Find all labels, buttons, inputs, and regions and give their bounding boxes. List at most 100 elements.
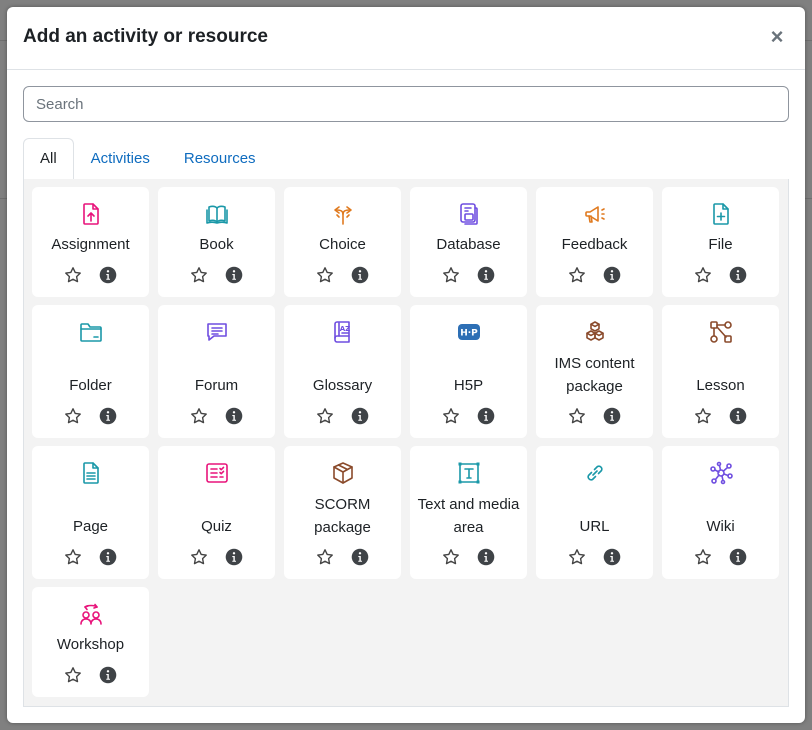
svg-text:AZ: AZ — [340, 325, 351, 333]
star-icon[interactable] — [64, 666, 82, 684]
star-icon[interactable] — [64, 548, 82, 566]
activity-label: File — [708, 236, 733, 253]
activity-tile-page[interactable]: Page — [32, 446, 149, 579]
activity-label: Choice — [319, 236, 366, 253]
text-media-icon — [456, 460, 482, 486]
activity-label: Quiz — [201, 518, 232, 535]
tab-bar: All Activities Resources — [23, 138, 789, 180]
modal-header: Add an activity or resource × — [7, 7, 805, 70]
star-icon[interactable] — [190, 266, 208, 284]
info-icon[interactable] — [225, 266, 243, 284]
activity-tile-feedback[interactable]: Feedback — [536, 187, 653, 297]
star-icon[interactable] — [64, 266, 82, 284]
activity-tile-text-and-media-area[interactable]: Text and media area — [410, 446, 527, 579]
info-icon[interactable] — [603, 548, 621, 566]
info-icon[interactable] — [99, 548, 117, 566]
activity-label: Page — [72, 518, 109, 535]
close-button[interactable]: × — [767, 25, 787, 49]
activity-tile-choice[interactable]: Choice — [284, 187, 401, 297]
quiz-icon — [204, 460, 230, 486]
info-icon[interactable] — [99, 266, 117, 284]
svg-text:H·P: H·P — [460, 329, 478, 339]
info-icon[interactable] — [99, 407, 117, 425]
activity-label: H5P — [453, 377, 484, 394]
activity-tile-glossary[interactable]: AZ Glossary — [284, 305, 401, 438]
star-icon[interactable] — [442, 266, 460, 284]
star-icon[interactable] — [316, 266, 334, 284]
folder-icon — [78, 319, 104, 345]
star-icon[interactable] — [694, 266, 712, 284]
activity-tile-database[interactable]: Database — [410, 187, 527, 297]
activity-label: Assignment — [51, 236, 130, 253]
star-icon[interactable] — [64, 407, 82, 425]
tab-activities[interactable]: Activities — [74, 138, 167, 178]
star-icon[interactable] — [568, 266, 586, 284]
activity-tile-ims-content-package[interactable]: IMS content package — [536, 305, 653, 438]
h5p-icon: H·P — [456, 319, 482, 345]
info-icon[interactable] — [603, 266, 621, 284]
wiki-icon — [708, 460, 734, 486]
info-icon[interactable] — [603, 407, 621, 425]
activity-tile-workshop[interactable]: Workshop — [32, 587, 149, 697]
activity-label: Glossary — [312, 377, 373, 394]
star-icon[interactable] — [316, 407, 334, 425]
activity-label: Book — [199, 236, 234, 253]
info-icon[interactable] — [225, 407, 243, 425]
activity-label: SCORM package — [314, 496, 371, 536]
star-icon[interactable] — [568, 407, 586, 425]
info-icon[interactable] — [351, 548, 369, 566]
scorm-icon — [330, 460, 356, 486]
activity-label: IMS content package — [554, 355, 635, 395]
info-icon[interactable] — [99, 666, 117, 684]
activity-tile-scorm-package[interactable]: SCORM package — [284, 446, 401, 579]
book-icon — [204, 201, 230, 227]
star-icon[interactable] — [694, 548, 712, 566]
activity-tile-quiz[interactable]: Quiz — [158, 446, 275, 579]
activity-tile-h5p[interactable]: H·P H5P — [410, 305, 527, 438]
activity-label: Folder — [69, 377, 112, 394]
assignment-icon — [78, 201, 104, 227]
activity-label: Workshop — [56, 636, 125, 653]
activity-tile-url[interactable]: URL — [536, 446, 653, 579]
info-icon[interactable] — [729, 548, 747, 566]
ims-package-icon — [582, 319, 608, 345]
activity-tile-wiki[interactable]: Wiki — [662, 446, 779, 579]
star-icon[interactable] — [568, 548, 586, 566]
info-icon[interactable] — [477, 266, 495, 284]
workshop-icon — [78, 601, 104, 627]
info-icon[interactable] — [729, 266, 747, 284]
database-icon — [456, 201, 482, 227]
search-input[interactable] — [23, 86, 789, 122]
activity-tile-book[interactable]: Book — [158, 187, 275, 297]
tab-all[interactable]: All — [23, 138, 74, 179]
tab-resources[interactable]: Resources — [167, 138, 273, 178]
info-icon[interactable] — [477, 407, 495, 425]
star-icon[interactable] — [694, 407, 712, 425]
activity-label: URL — [579, 518, 610, 535]
info-icon[interactable] — [477, 548, 495, 566]
page-icon — [78, 460, 104, 486]
file-icon — [708, 201, 734, 227]
modal-title: Add an activity or resource — [23, 26, 268, 47]
activity-grid: Assignment Book Choice Database Feedback File… — [23, 179, 789, 707]
activity-tile-folder[interactable]: Folder — [32, 305, 149, 438]
star-icon[interactable] — [190, 407, 208, 425]
star-icon[interactable] — [442, 548, 460, 566]
activity-tile-lesson[interactable]: Lesson — [662, 305, 779, 438]
activity-tile-forum[interactable]: Forum — [158, 305, 275, 438]
info-icon[interactable] — [225, 548, 243, 566]
url-link-icon — [582, 460, 608, 486]
activity-tile-assignment[interactable]: Assignment — [32, 187, 149, 297]
star-icon[interactable] — [442, 407, 460, 425]
info-icon[interactable] — [729, 407, 747, 425]
star-icon[interactable] — [190, 548, 208, 566]
info-icon[interactable] — [351, 407, 369, 425]
activity-tile-file[interactable]: File — [662, 187, 779, 297]
activity-label: Wiki — [706, 518, 735, 535]
activity-label: Database — [436, 236, 501, 253]
star-icon[interactable] — [316, 548, 334, 566]
add-activity-modal: Add an activity or resource × All Activi… — [7, 7, 805, 723]
info-icon[interactable] — [351, 266, 369, 284]
lesson-icon — [708, 319, 734, 345]
activity-label: Feedback — [561, 236, 628, 253]
